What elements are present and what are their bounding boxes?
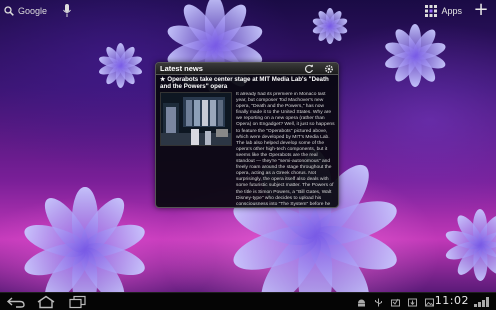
google-search-icon [4, 6, 14, 16]
wallpaper-flower [15, 187, 155, 310]
clock[interactable]: 11:02 [435, 294, 469, 307]
notification-area[interactable] [357, 296, 434, 308]
system-bar: 11:02 [0, 292, 496, 310]
news-widget[interactable]: Latest news ★ Operabots take center stag… [155, 62, 339, 208]
apps-label: Apps [441, 6, 462, 16]
wallpaper-flower [95, 40, 145, 90]
apps-grid-icon [425, 5, 438, 17]
back-icon[interactable] [6, 295, 26, 309]
usb-icon [375, 298, 382, 306]
search-label: Google [18, 6, 48, 16]
notification-icon [391, 298, 400, 306]
android-debug-icon [358, 299, 365, 306]
widget-header: Latest news [156, 63, 338, 75]
download-icon [408, 298, 417, 306]
wifi-signal-icon [474, 297, 489, 307]
news-headline[interactable]: ★ Operabots take center stage at MIT Med… [160, 76, 336, 91]
home-icon[interactable] [36, 295, 56, 309]
widget-title: Latest news [160, 64, 203, 73]
news-thumbnail[interactable] [160, 92, 232, 146]
add-icon[interactable]: + [472, 1, 490, 20]
news-article-text[interactable]: It already had its premiere in Monaco la… [236, 92, 336, 207]
microphone-icon[interactable] [62, 3, 72, 19]
settings-icon[interactable] [324, 64, 334, 74]
wallpaper-flower [440, 205, 496, 285]
wallpaper-flower [380, 20, 450, 90]
recent-apps-icon[interactable] [68, 295, 88, 309]
image-icon [425, 298, 434, 306]
apps-button[interactable]: Apps [425, 3, 462, 19]
top-bar: Google Apps + [0, 0, 496, 22]
refresh-icon[interactable] [304, 64, 314, 74]
